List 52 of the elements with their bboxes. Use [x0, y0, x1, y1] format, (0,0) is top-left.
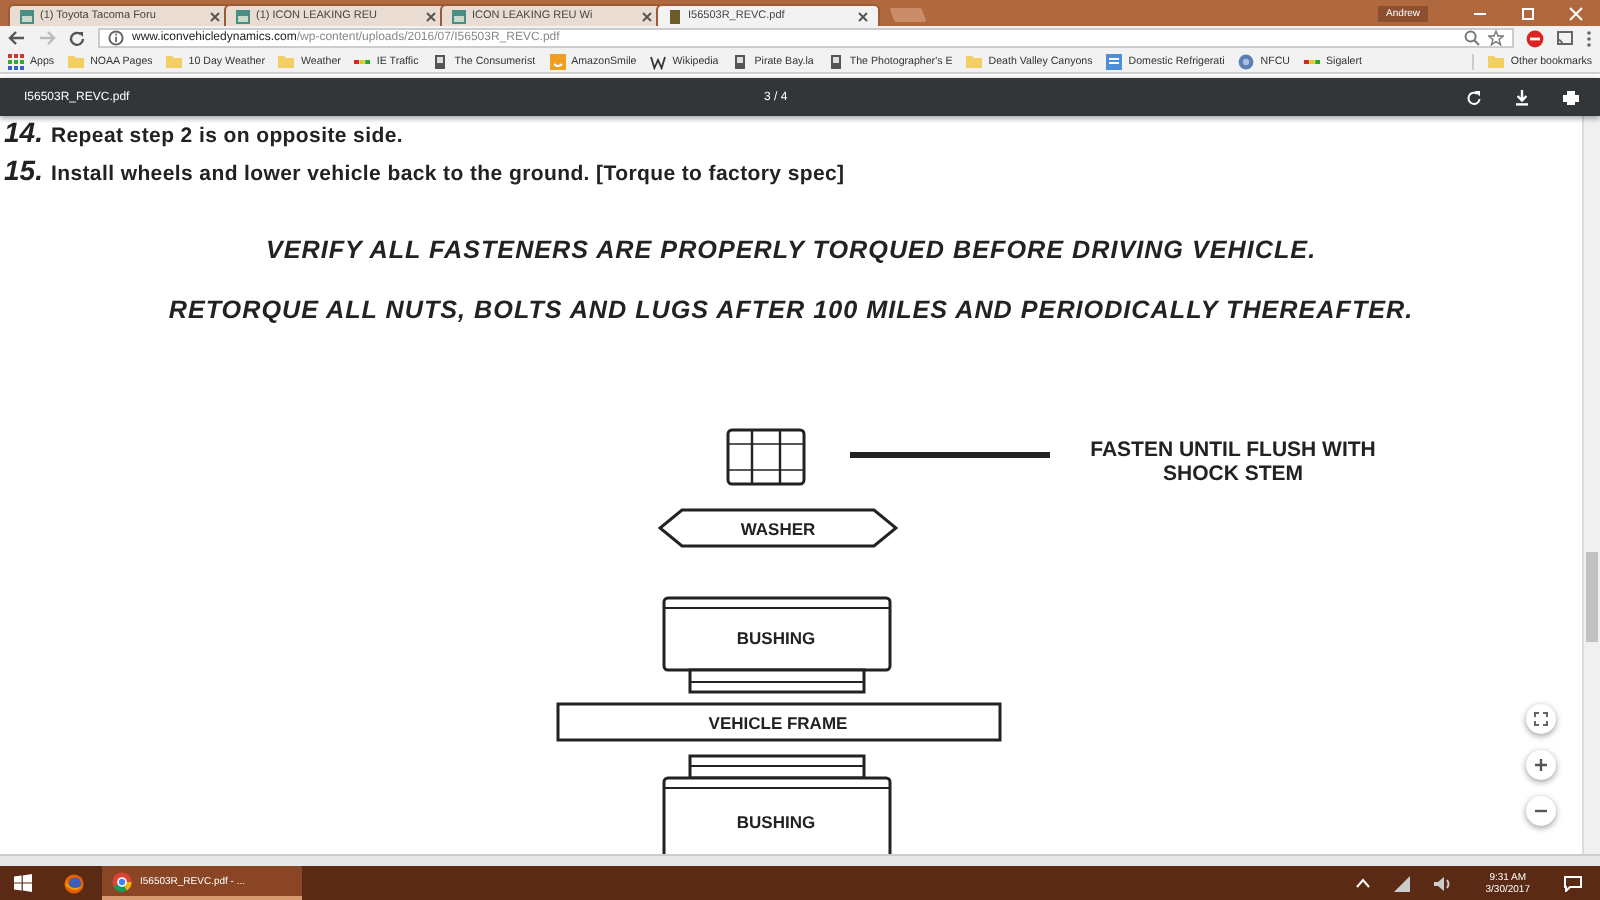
close-icon[interactable] — [642, 11, 652, 21]
step-text: Repeat step 2 is on opposite side. — [50, 124, 403, 148]
favicon-icon — [236, 9, 250, 23]
close-icon[interactable] — [426, 11, 436, 21]
part-label: BUSHING — [736, 812, 816, 832]
globe-icon — [1238, 53, 1255, 69]
info-icon[interactable] — [108, 30, 124, 46]
page-icon — [827, 53, 844, 69]
rotate-icon[interactable] — [1466, 89, 1482, 105]
warning-text: RETORQUE ALL NUTS, BOLTS AND LUGS AFTER 100 MILES AND PERIODICALLY THEREAFTER. — [166, 296, 1416, 324]
scrollbar[interactable] — [1582, 116, 1600, 854]
speaker-icon[interactable] — [1433, 875, 1452, 891]
hex-nut — [726, 428, 806, 486]
minus-icon — [1534, 804, 1548, 818]
plus-icon — [1534, 758, 1548, 772]
reload-icon[interactable] — [68, 29, 86, 47]
back-arrow-icon[interactable] — [8, 30, 26, 46]
close-icon[interactable] — [210, 11, 220, 21]
signal-icon[interactable] — [1393, 875, 1410, 891]
smile-icon — [549, 53, 566, 69]
warning-text: VERIFY ALL FASTENERS ARE PROPERLY TORQUED BEFORE DRIVING VEHICLE. — [263, 236, 1319, 264]
zoom-icon[interactable] — [1464, 30, 1480, 46]
scrollbar[interactable] — [0, 854, 1600, 866]
stop-sign-icon[interactable] — [1526, 29, 1544, 47]
menu-icon[interactable] — [1586, 29, 1592, 47]
part-label: WASHER — [740, 519, 816, 539]
page-icon — [432, 53, 449, 69]
maximize-icon[interactable] — [1520, 5, 1536, 21]
close-icon[interactable] — [858, 11, 868, 21]
fit-icon — [1534, 712, 1548, 726]
download-icon[interactable] — [1514, 89, 1530, 105]
windows-logo-icon[interactable] — [14, 874, 32, 892]
speech-bubble-icon[interactable] — [1564, 875, 1582, 891]
part-label: VEHICLE FRAME — [708, 713, 848, 733]
callout-text: FASTEN UNTIL FLUSH WITH SHOCK STEM — [1088, 440, 1378, 486]
cast-icon[interactable] — [1556, 30, 1574, 46]
page-icon — [732, 53, 749, 69]
step-number: 14. — [4, 116, 43, 148]
scroll-thumb[interactable] — [1586, 552, 1598, 642]
chrome-logo-icon — [112, 871, 132, 891]
star-icon[interactable] — [1488, 30, 1504, 46]
document-icon — [1106, 53, 1123, 69]
step-text: Install wheels and lower vehicle back to the ground. [Torque to factory spec] — [50, 162, 845, 186]
w-letter-icon — [650, 53, 667, 69]
globe-icon — [64, 873, 84, 893]
step-number: 15. — [4, 154, 43, 186]
favicon-icon — [668, 9, 682, 23]
favicon-icon — [20, 9, 34, 23]
part-label: BUSHING — [736, 628, 816, 648]
caret-icon[interactable] — [1355, 878, 1370, 888]
grid-icon — [8, 53, 24, 69]
favicon-icon — [452, 9, 466, 23]
